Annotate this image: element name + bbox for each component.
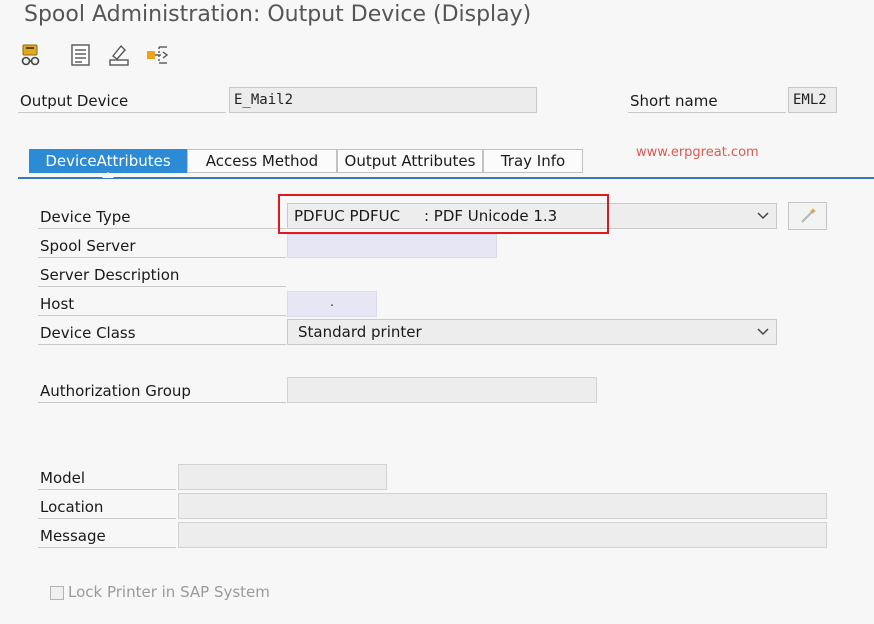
edit-icon[interactable] [106, 42, 132, 68]
short-name-field[interactable]: EML2 [788, 87, 837, 113]
active-tab-pointer [102, 172, 114, 178]
short-name-label: Short name [628, 89, 786, 113]
message-label: Message [38, 524, 176, 548]
output-device-label: Output Device [18, 89, 226, 113]
window-title: Spool Administration: Output Device (Dis… [24, 2, 532, 27]
tab-tray-info[interactable]: Tray Info [483, 149, 583, 173]
device-type-highlight-box [278, 194, 609, 234]
device-class-dropdown[interactable]: Standard printer [287, 319, 777, 345]
device-type-wizard-button[interactable] [788, 202, 827, 230]
spool-server-label: Spool Server [38, 234, 286, 258]
location-label: Location [38, 495, 176, 519]
location-field[interactable] [178, 493, 827, 519]
model-label: Model [38, 466, 176, 490]
server-description-label: Server Description [38, 263, 286, 287]
tab-strip-underline [18, 177, 874, 179]
message-field[interactable] [178, 522, 827, 548]
authorization-group-label: Authorization Group [38, 379, 286, 403]
tab-output-attributes[interactable]: Output Attributes [337, 149, 483, 173]
host-field[interactable]: . [287, 291, 377, 317]
authorization-group-field[interactable] [287, 377, 597, 403]
hierarchy-icon[interactable] [145, 42, 171, 68]
chevron-down-icon [757, 328, 769, 336]
chevron-down-icon [757, 212, 769, 220]
device-class-value: Standard printer [298, 323, 422, 341]
tab-access-method[interactable]: Access Method [187, 149, 337, 173]
watermark-text: www.erpgreat.com [636, 145, 759, 160]
host-label: Host [38, 292, 286, 316]
magic-wand-icon [800, 208, 816, 223]
spool-server-field[interactable] [287, 234, 497, 258]
lock-printer-checkbox[interactable] [50, 586, 64, 600]
model-field[interactable] [178, 464, 387, 490]
other-object-icon[interactable] [18, 42, 44, 68]
device-type-label: Device Type [38, 205, 286, 229]
list-icon[interactable] [68, 42, 94, 68]
lock-printer-label: Lock Printer in SAP System [68, 583, 270, 601]
tab-device-attributes[interactable]: DeviceAttributes [29, 149, 187, 173]
device-class-label: Device Class [38, 321, 286, 345]
output-device-field[interactable]: E_Mail2 [229, 87, 537, 113]
